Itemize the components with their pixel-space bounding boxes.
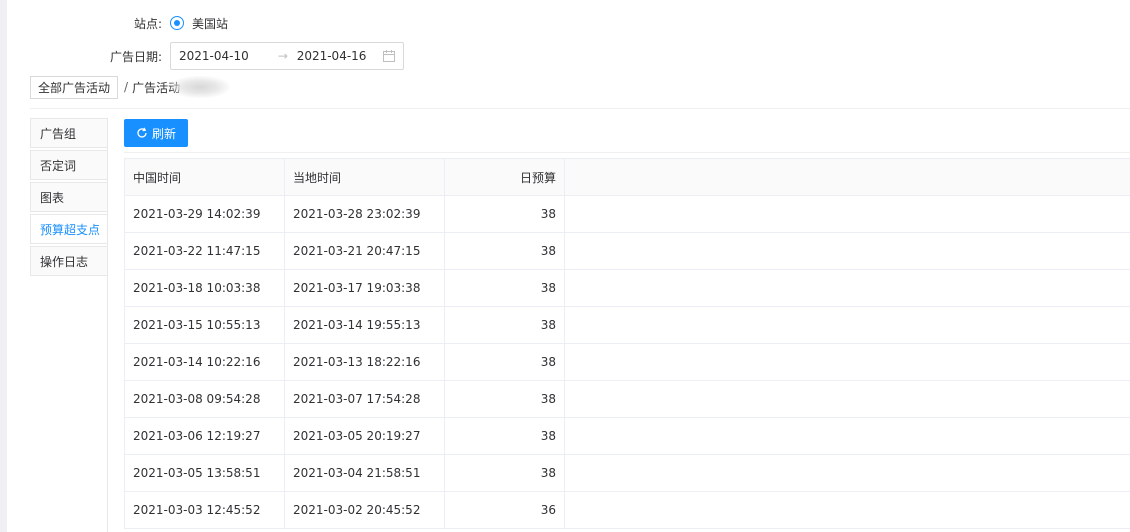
cell-local-time: 2021-03-04 21:58:51 — [284, 454, 445, 492]
table-row: 2021-03-22 11:47:15 2021-03-21 20:47:15 38 — [124, 232, 1130, 270]
cell-filler — [564, 454, 1130, 492]
cell-local-time: 2021-03-28 23:02:39 — [284, 195, 445, 233]
tab-ad-groups[interactable]: 广告组 — [30, 118, 107, 148]
cell-local-time: 2021-03-21 20:47:15 — [284, 232, 445, 270]
cell-china-time: 2021-03-14 10:22:16 — [124, 343, 285, 381]
refresh-button[interactable]: 刷新 — [124, 119, 188, 147]
cell-daily-budget: 38 — [444, 269, 565, 307]
cell-china-time: 2021-03-03 12:45:52 — [124, 491, 285, 529]
cell-local-time: 2021-03-17 19:03:38 — [284, 269, 445, 307]
table-row: 2021-03-03 12:45:52 2021-03-02 20:45:52 36 — [124, 491, 1130, 529]
site-radio-us[interactable]: 美国站 — [170, 15, 228, 32]
table-row: 2021-03-05 13:58:51 2021-03-04 21:58:51 38 — [124, 454, 1130, 492]
cell-daily-budget: 38 — [444, 380, 565, 418]
table-row: 2021-03-18 10:03:38 2021-03-17 19:03:38 38 — [124, 269, 1130, 307]
tab-operation-log[interactable]: 操作日志 — [30, 246, 107, 276]
site-label: 站点: — [133, 16, 162, 31]
cell-filler — [564, 269, 1130, 307]
table-body: 2021-03-29 14:02:39 2021-03-28 23:02:39 38… — [124, 195, 1130, 529]
cell-daily-budget: 38 — [444, 343, 565, 381]
cell-china-time: 2021-03-29 14:02:39 — [124, 195, 285, 233]
radio-checked-icon — [170, 16, 184, 30]
date-end-input[interactable]: 2021-04-16 — [295, 49, 381, 63]
cell-local-time: 2021-03-02 20:45:52 — [284, 491, 445, 529]
cell-daily-budget: 38 — [444, 417, 565, 455]
breadcrumb: 全部广告活动 / 广告活动 — [30, 75, 231, 99]
breadcrumb-separator: / — [124, 80, 129, 94]
cell-filler — [564, 232, 1130, 270]
cell-daily-budget: 38 — [444, 454, 565, 492]
cell-filler — [564, 491, 1130, 529]
table-row: 2021-03-15 10:55:13 2021-03-14 19:55:13 38 — [124, 306, 1130, 344]
cell-china-time: 2021-03-22 11:47:15 — [124, 232, 285, 270]
refresh-icon — [136, 127, 148, 139]
calendar-icon[interactable] — [383, 50, 395, 62]
cell-local-time: 2021-03-05 20:19:27 — [284, 417, 445, 455]
breadcrumb-all-campaigns-button[interactable]: 全部广告活动 — [30, 75, 119, 99]
date-range-picker[interactable]: 2021-04-10 → 2021-04-16 — [170, 42, 404, 70]
refresh-label: 刷新 — [151, 126, 176, 141]
cell-daily-budget: 38 — [444, 306, 565, 344]
header-filler — [564, 158, 1130, 196]
date-label: 广告日期: — [109, 49, 162, 64]
cell-local-time: 2021-03-14 19:55:13 — [284, 306, 445, 344]
budget-overrun-table: 中国时间 当地时间 日预算 2021-03-29 14:02:39 2021-03… — [124, 158, 1130, 529]
cell-filler — [564, 417, 1130, 455]
cell-filler — [564, 343, 1130, 381]
cell-china-time: 2021-03-18 10:03:38 — [124, 269, 285, 307]
table-row: 2021-03-06 12:19:27 2021-03-05 20:19:27 38 — [124, 417, 1130, 455]
header-divider — [30, 108, 1130, 109]
cell-local-time: 2021-03-13 18:22:16 — [284, 343, 445, 381]
cell-local-time: 2021-03-07 17:54:28 — [284, 380, 445, 418]
date-filter-row: 广告日期: 2021-04-10 → 2021-04-16 — [92, 42, 404, 70]
cell-filler — [564, 380, 1130, 418]
cell-daily-budget: 38 — [444, 232, 565, 270]
table-header-row: 中国时间 当地时间 日预算 — [124, 158, 1130, 196]
cell-china-time: 2021-03-06 12:19:27 — [124, 417, 285, 455]
cell-china-time: 2021-03-15 10:55:13 — [124, 306, 285, 344]
site-radio-label: 美国站 — [192, 16, 229, 31]
header-china-time[interactable]: 中国时间 — [124, 158, 285, 196]
site-filter-row: 站点: 美国站 — [92, 13, 228, 33]
cell-filler — [564, 306, 1130, 344]
page-left-edge — [0, 0, 7, 532]
tab-charts[interactable]: 图表 — [30, 182, 107, 212]
tab-budget-overrun[interactable]: 预算超支点 — [30, 214, 107, 244]
arrow-right-icon: → — [277, 49, 288, 63]
table-row: 2021-03-14 10:22:16 2021-03-13 18:22:16 38 — [124, 343, 1130, 381]
table-row: 2021-03-29 14:02:39 2021-03-28 23:02:39 38 — [124, 195, 1130, 233]
header-local-time[interactable]: 当地时间 — [284, 158, 445, 196]
header-daily-budget[interactable]: 日预算 — [444, 158, 565, 196]
cell-daily-budget: 36 — [444, 491, 565, 529]
side-tab-list: 广告组 否定词 图表 预算超支点 操作日志 — [30, 118, 108, 532]
tab-negative-keywords[interactable]: 否定词 — [30, 150, 107, 180]
date-start-input[interactable]: 2021-04-10 — [179, 49, 271, 63]
cell-china-time: 2021-03-05 13:58:51 — [124, 454, 285, 492]
toolbar-divider — [124, 152, 1130, 153]
cell-china-time: 2021-03-08 09:54:28 — [124, 380, 285, 418]
redacted-blur — [170, 76, 231, 98]
table-row: 2021-03-08 09:54:28 2021-03-07 17:54:28 38 — [124, 380, 1130, 418]
cell-filler — [564, 195, 1130, 233]
cell-daily-budget: 38 — [444, 195, 565, 233]
